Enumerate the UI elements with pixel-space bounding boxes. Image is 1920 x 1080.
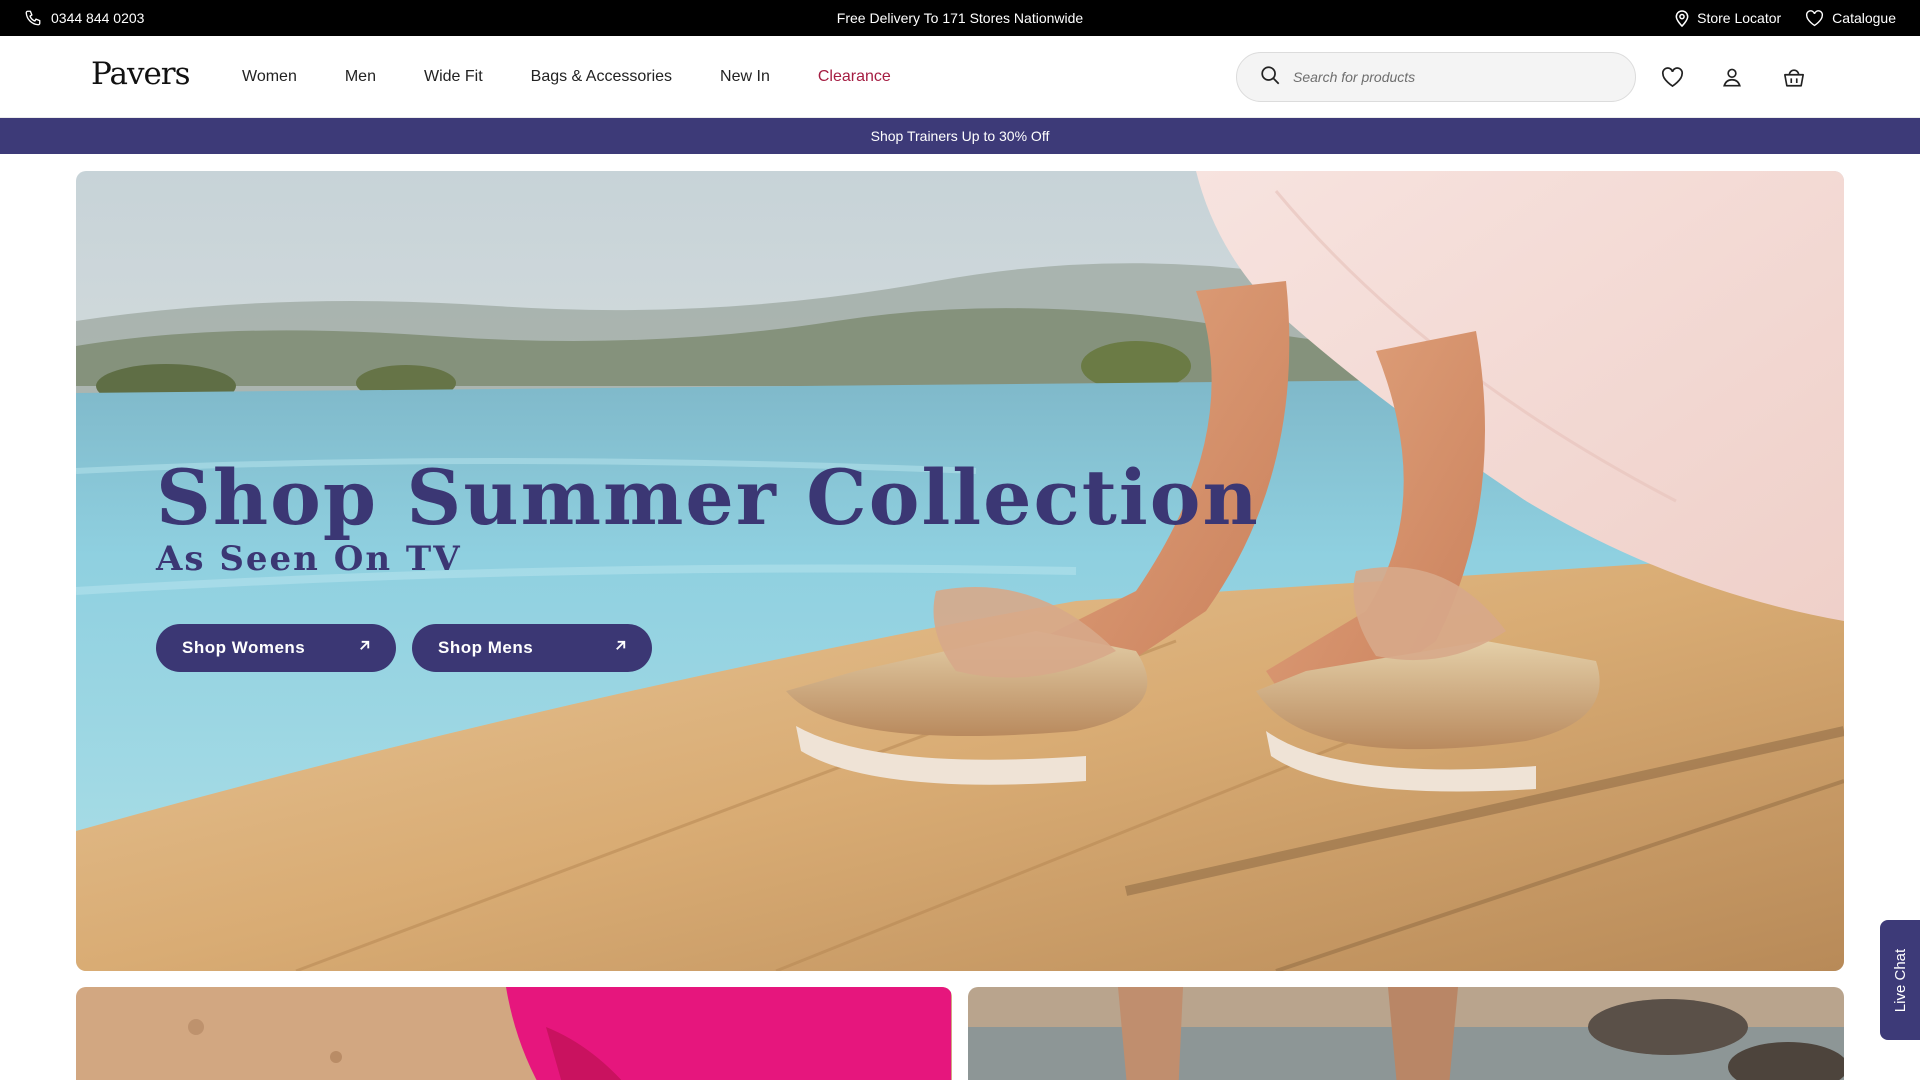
utility-bar: 0344 844 0203 Free Delivery To 171 Store… [0, 0, 1920, 36]
catalogue-label: Catalogue [1832, 10, 1896, 26]
shop-womens-label: Shop Womens [182, 638, 306, 657]
account-icon[interactable] [1718, 63, 1746, 91]
phone-link[interactable]: 0344 844 0203 [24, 0, 144, 36]
trainers-promo-strip[interactable]: Shop Trainers Up to 30% Off [0, 118, 1920, 154]
store-locator-label: Store Locator [1697, 10, 1782, 26]
shop-mens-button[interactable]: Shop Mens [412, 624, 652, 672]
search-input[interactable] [1293, 69, 1613, 85]
search-bar[interactable] [1236, 52, 1636, 102]
location-pin-icon [1675, 9, 1689, 27]
shop-womens-button[interactable]: Shop Womens [156, 624, 396, 672]
nav-women[interactable]: Women [242, 68, 297, 86]
catalogue-link[interactable]: Catalogue [1805, 9, 1896, 27]
heart-icon [1805, 9, 1824, 27]
nav-new-in[interactable]: New In [720, 68, 770, 86]
wishlist-icon[interactable] [1658, 63, 1686, 91]
hero-banner[interactable]: Shop Summer Collection As Seen On TV Sho… [76, 171, 1844, 971]
nav-clearance[interactable]: Clearance [818, 68, 891, 86]
mens-tile-image [968, 987, 1844, 1080]
nav-bags-accessories[interactable]: Bags & Accessories [531, 68, 672, 86]
basket-icon[interactable] [1780, 63, 1808, 91]
phone-number: 0344 844 0203 [51, 10, 145, 26]
mens-promo-tile[interactable] [968, 987, 1844, 1080]
delivery-promo: Free Delivery To 171 Stores Nationwide [836, 10, 1084, 26]
search-icon[interactable] [1259, 64, 1281, 91]
hero-subtitle: As Seen On TV [156, 539, 462, 579]
arrow-up-right-icon [613, 638, 628, 658]
hero-title: Shop Summer Collection [156, 453, 1260, 542]
site-header: Pavers Women Men Wide Fit Bags & Accesso… [0, 36, 1920, 118]
phone-icon [24, 9, 42, 27]
nav-wide-fit[interactable]: Wide Fit [424, 68, 483, 86]
live-chat-label: Live Chat [1892, 948, 1910, 1012]
live-chat-tab[interactable]: Live Chat [1880, 920, 1920, 1040]
store-locator-link[interactable]: Store Locator [1675, 9, 1782, 27]
main-nav: Women Men Wide Fit Bags & Accessories Ne… [242, 36, 891, 118]
nav-men[interactable]: Men [345, 68, 376, 86]
pavers-logo[interactable]: Pavers [91, 56, 191, 92]
womens-tile-image [76, 987, 952, 1080]
womens-promo-tile[interactable] [76, 987, 952, 1080]
shop-mens-label: Shop Mens [438, 638, 534, 657]
arrow-up-right-icon [357, 638, 372, 658]
